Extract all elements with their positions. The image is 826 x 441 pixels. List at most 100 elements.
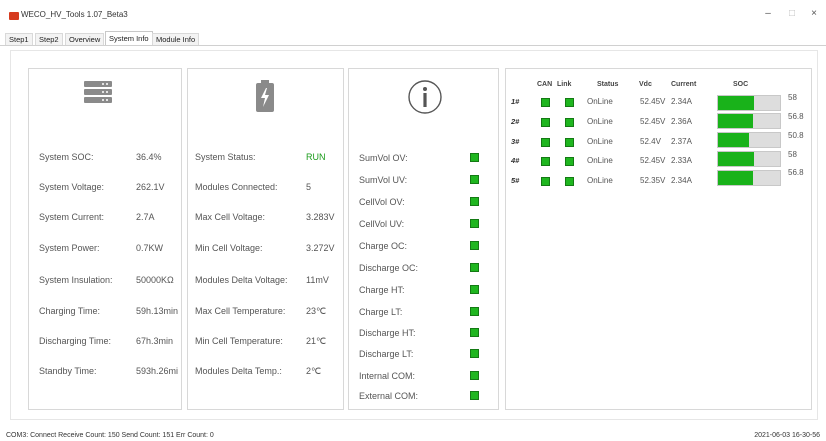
soc-bar bbox=[717, 170, 781, 186]
modules-delta-temp-label: Modules Delta Temp.: bbox=[195, 366, 282, 376]
max-cell-voltage-label: Max Cell Voltage: bbox=[195, 212, 266, 222]
module-status: OnLine bbox=[587, 137, 613, 146]
modules-delta-voltage-label: Modules Delta Voltage: bbox=[195, 275, 288, 285]
system-voltage-label: System Voltage: bbox=[39, 182, 105, 192]
module-current: 2.34A bbox=[671, 176, 692, 185]
tab-divider bbox=[0, 45, 826, 46]
sumvol-ov-label: SumVol OV: bbox=[359, 153, 408, 163]
system-insulation-value: 50000KΩ bbox=[136, 275, 174, 285]
system-soc-label: System SOC: bbox=[39, 152, 94, 162]
module-id: 1# bbox=[511, 97, 520, 106]
soc-bar bbox=[717, 132, 781, 148]
internal-com-label: Internal COM: bbox=[359, 371, 416, 381]
discharge-lt-label: Discharge LT: bbox=[359, 349, 414, 359]
can-indicator bbox=[541, 177, 550, 186]
module-vdc: 52.4V bbox=[640, 137, 661, 146]
soc-bar-fill bbox=[718, 133, 750, 147]
col-link-header: Link bbox=[557, 81, 572, 88]
col-current-header: Current bbox=[671, 81, 697, 88]
module-id: 2# bbox=[511, 117, 520, 126]
discharge-oc-label: Discharge OC: bbox=[359, 263, 419, 273]
cellvol-ov-label: CellVol OV: bbox=[359, 197, 405, 207]
server-icon bbox=[84, 81, 112, 103]
system-status-label: System Status: bbox=[195, 152, 256, 162]
module-id: 4# bbox=[511, 156, 520, 165]
sumvol-uv-label: SumVol UV: bbox=[359, 175, 408, 185]
system-power-value: 0.7KW bbox=[136, 243, 164, 253]
soc-bar-fill bbox=[718, 114, 754, 128]
system-current-value: 2.7A bbox=[136, 212, 155, 222]
external-com-indicator bbox=[470, 391, 479, 400]
can-indicator bbox=[541, 118, 550, 127]
battery-icon bbox=[256, 80, 274, 112]
standby-time-value: 593h.26mi bbox=[136, 366, 179, 376]
module-current: 2.34A bbox=[671, 97, 692, 106]
soc-value: 50.8 bbox=[788, 131, 804, 140]
discharge-ht-indicator bbox=[470, 328, 479, 337]
module-status: OnLine bbox=[587, 117, 613, 126]
soc-bar bbox=[717, 113, 781, 129]
module-current: 2.33A bbox=[671, 156, 692, 165]
discharging-time-value: 67h.3min bbox=[136, 336, 174, 346]
link-indicator bbox=[565, 98, 574, 107]
external-com-label: External COM: bbox=[359, 391, 419, 401]
min-cell-temp-label: Min Cell Temperature: bbox=[195, 336, 283, 346]
charging-time-label: Charging Time: bbox=[39, 306, 101, 316]
min-cell-voltage-label: Min Cell Voltage: bbox=[195, 243, 263, 253]
sumvol-ov-indicator bbox=[470, 153, 479, 162]
modules-connected-value: 5 bbox=[306, 182, 312, 192]
can-indicator bbox=[541, 138, 550, 147]
link-indicator bbox=[565, 177, 574, 186]
app-logo-icon bbox=[9, 12, 19, 20]
soc-bar bbox=[717, 95, 781, 111]
maximize-button[interactable]: □ bbox=[784, 8, 800, 19]
module-id: 5# bbox=[511, 176, 520, 185]
col-status-header: Status bbox=[597, 81, 619, 88]
module-vdc: 52.45V bbox=[640, 156, 666, 165]
can-indicator bbox=[541, 157, 550, 166]
soc-bar-fill bbox=[718, 96, 754, 110]
charge-lt-label: Charge LT: bbox=[359, 307, 403, 317]
module-vdc: 52.45V bbox=[640, 117, 666, 126]
min-cell-temp-value: 21℃ bbox=[306, 336, 327, 346]
tab-bar: Step1 Step2 Overview System Info Module … bbox=[0, 31, 826, 46]
soc-value: 56.8 bbox=[788, 112, 804, 121]
system-insulation-label: System Insulation: bbox=[39, 275, 113, 285]
system-voltage-value: 262.1V bbox=[136, 182, 165, 192]
link-indicator bbox=[565, 118, 574, 127]
module-status: OnLine bbox=[587, 156, 613, 165]
charge-oc-indicator bbox=[470, 241, 479, 250]
soc-value: 58 bbox=[788, 93, 797, 102]
charge-ht-indicator bbox=[470, 285, 479, 294]
status-panel bbox=[187, 68, 344, 410]
charge-lt-indicator bbox=[470, 307, 479, 316]
soc-bar bbox=[717, 151, 781, 167]
close-button[interactable]: × bbox=[806, 8, 822, 19]
minimize-button[interactable]: – bbox=[760, 8, 776, 19]
min-cell-voltage-value: 3.272V bbox=[306, 243, 335, 253]
system-panel bbox=[28, 68, 182, 410]
system-current-label: System Current: bbox=[39, 212, 105, 222]
module-current: 2.36A bbox=[671, 117, 692, 126]
col-vdc-header: Vdc bbox=[639, 81, 652, 88]
tab-system-info[interactable]: System Info bbox=[105, 31, 153, 46]
cellvol-uv-label: CellVol UV: bbox=[359, 219, 405, 229]
soc-bar-fill bbox=[718, 152, 754, 166]
max-cell-temp-value: 23℃ bbox=[306, 306, 327, 316]
soc-value: 56.8 bbox=[788, 168, 804, 177]
soc-value: 58 bbox=[788, 150, 797, 159]
info-icon bbox=[408, 80, 442, 114]
charging-time-value: 59h.13min bbox=[136, 306, 179, 316]
window-title: WECO_HV_Tools 1.07_Beta3 bbox=[21, 10, 128, 19]
module-status: OnLine bbox=[587, 176, 613, 185]
module-vdc: 52.45V bbox=[640, 97, 666, 106]
connection-status: COM3: Connect Receive Count: 150 Send Co… bbox=[6, 432, 214, 439]
max-cell-temp-label: Max Cell Temperature: bbox=[195, 306, 286, 316]
title-bar: WECO_HV_Tools 1.07_Beta3 – □ × bbox=[0, 0, 826, 30]
internal-com-indicator bbox=[470, 371, 479, 380]
module-status: OnLine bbox=[587, 97, 613, 106]
col-soc-header: SOC bbox=[733, 81, 749, 88]
can-indicator bbox=[541, 98, 550, 107]
link-indicator bbox=[565, 157, 574, 166]
system-power-label: System Power: bbox=[39, 243, 100, 253]
